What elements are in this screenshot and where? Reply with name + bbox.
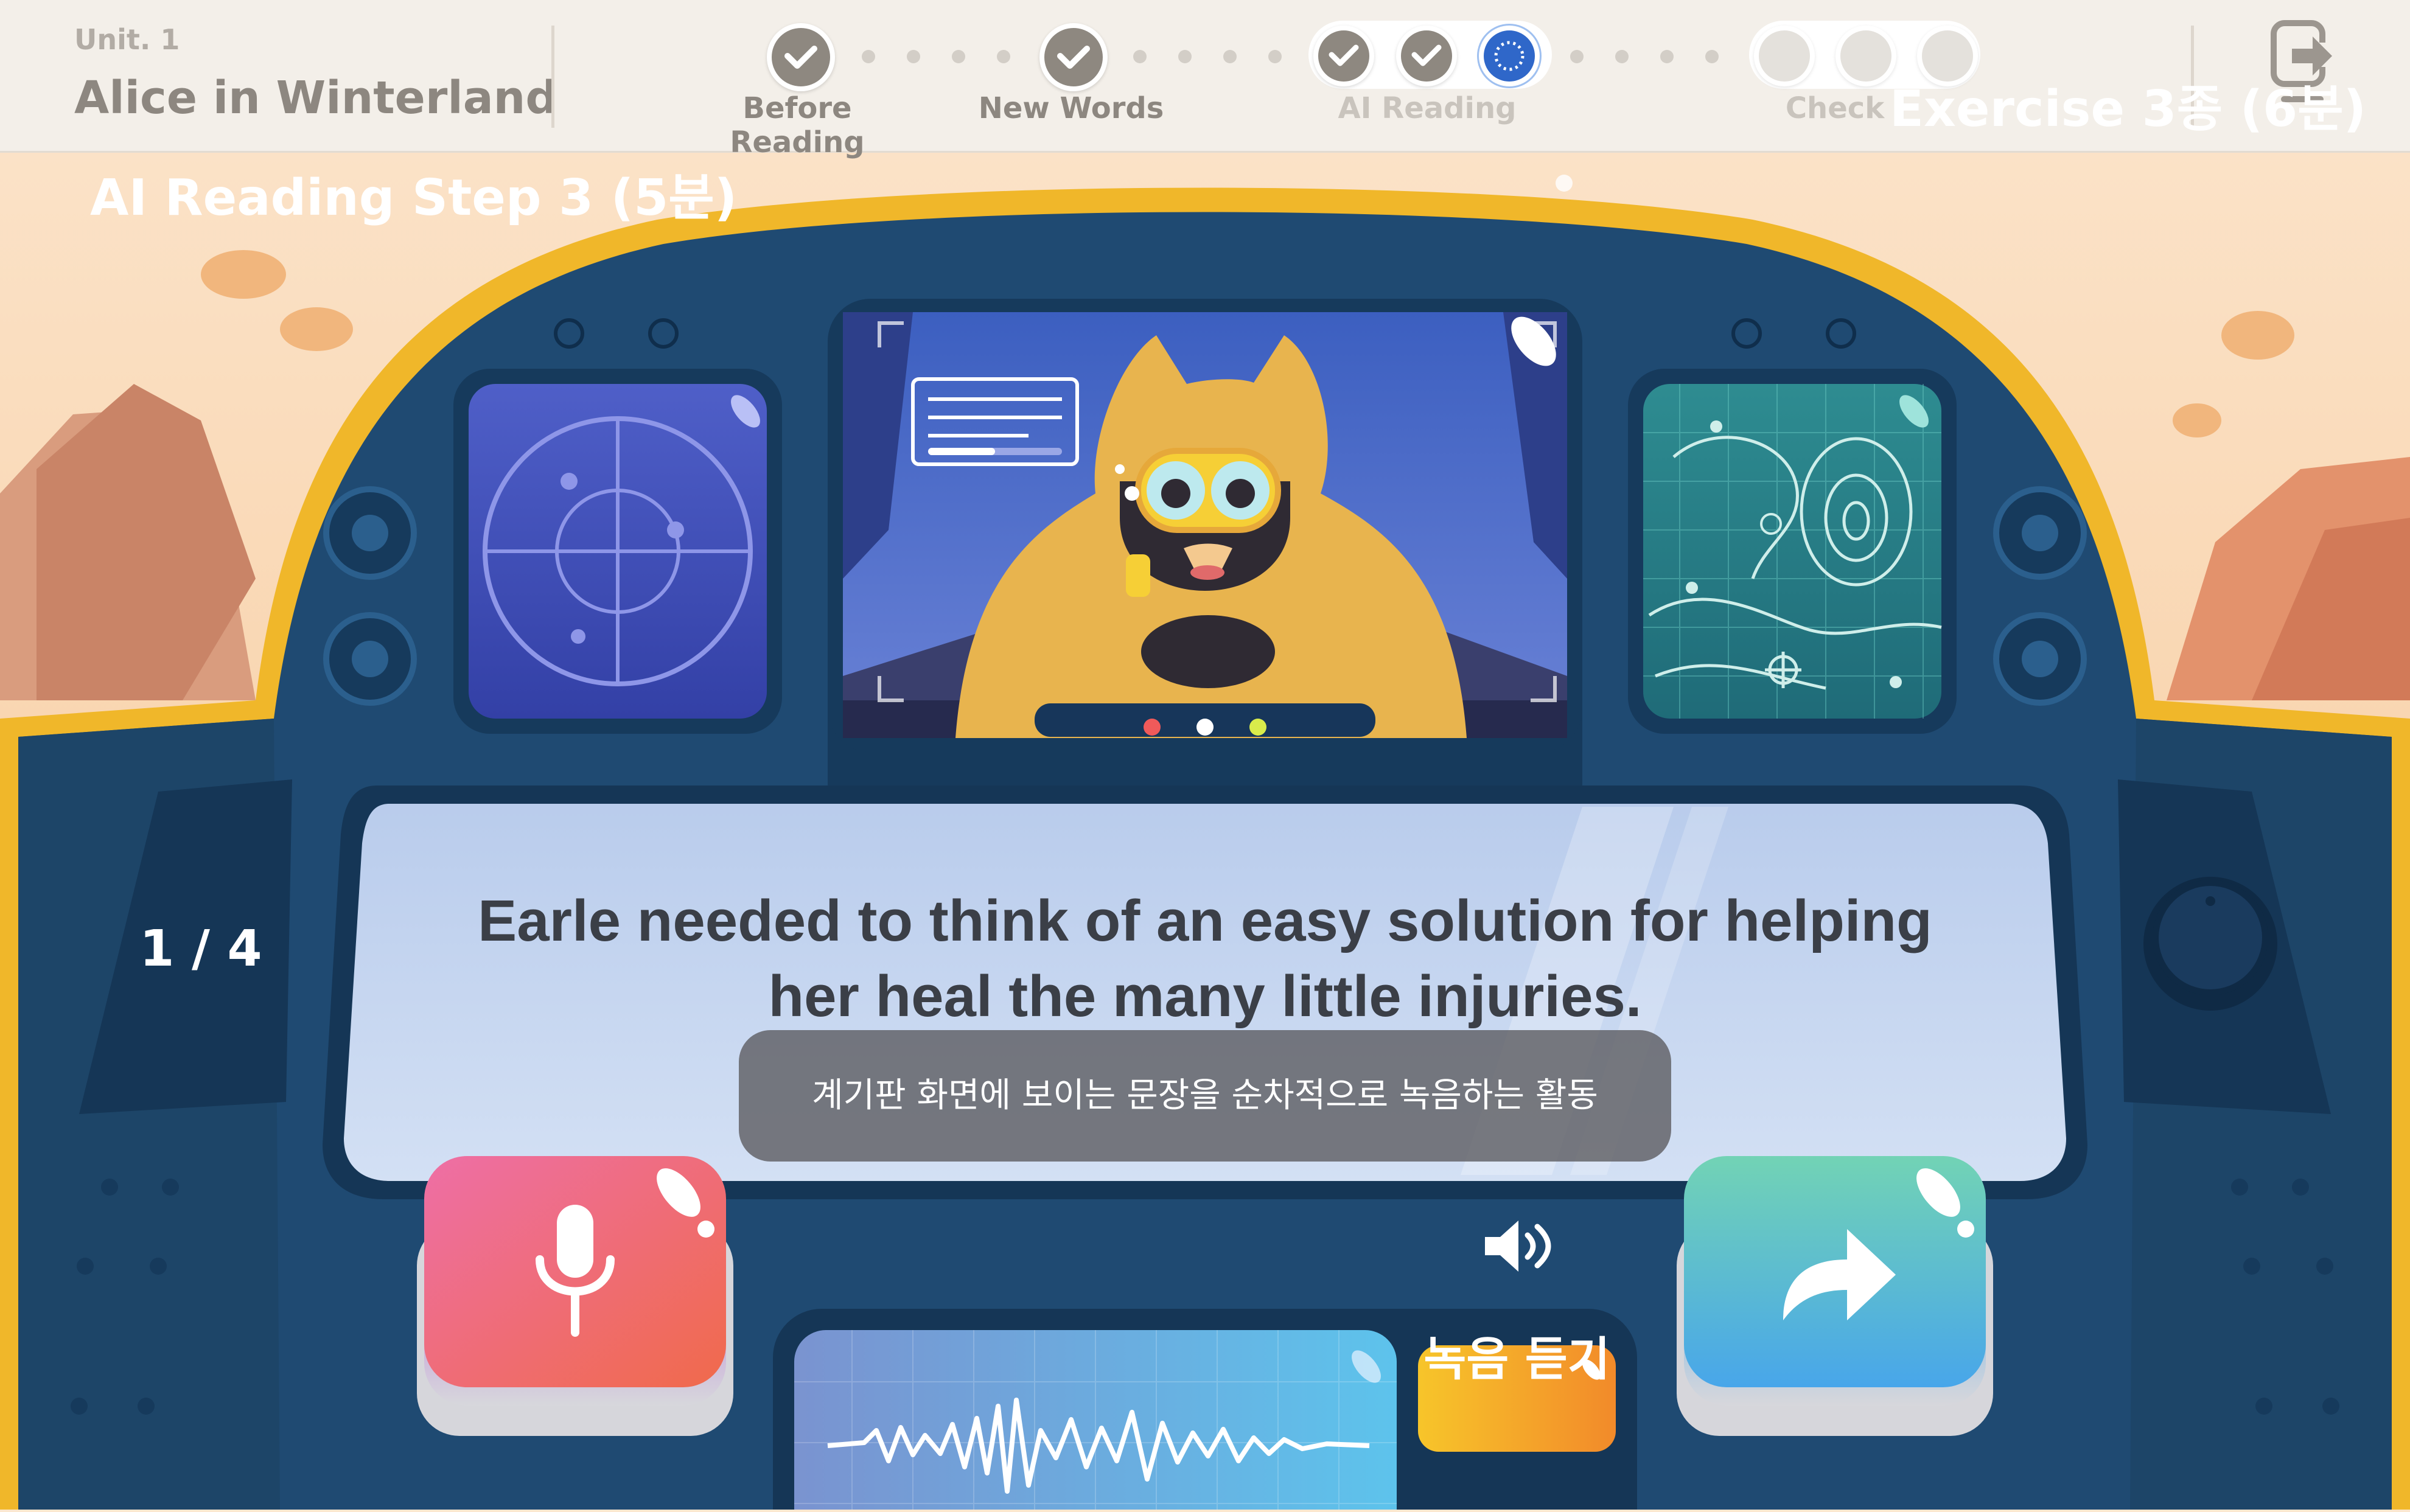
recording-waveform-display [794, 1177, 1397, 1406]
step-before-reading-check-icon[interactable] [767, 23, 835, 91]
listen-recording-button[interactable] [1418, 1193, 1616, 1299]
reading-sentence-line-2: her heal the many little injuries. [768, 964, 1642, 1029]
speaker-icon [1479, 1216, 1558, 1277]
ai-reading-step3-current-icon[interactable] [1479, 26, 1540, 86]
ai-reading-step2-check-icon[interactable] [1396, 26, 1457, 86]
header-divider [551, 26, 554, 128]
step-overlay-title: AI Reading Step 3 (5분) [90, 169, 738, 227]
step-label-new-words[interactable]: New Words [949, 91, 1193, 125]
step-new-words-check-icon[interactable] [1039, 23, 1108, 91]
record-button[interactable] [417, 1156, 733, 1436]
step-label-before-reading[interactable]: Before Reading [676, 91, 919, 159]
step-label-check[interactable]: Check [1783, 91, 1887, 125]
next-button[interactable] [1677, 1156, 1993, 1436]
listen-recording-label[interactable]: 녹음 듣기 [1400, 1322, 1634, 1388]
unit-title: Alice in Winterland [74, 72, 558, 124]
reading-sentence-line-1: Earle needed to think of an easy solutio… [478, 888, 1932, 953]
microphone-icon [533, 1205, 618, 1339]
activity-tooltip: 계기판 화면에 보이는 문장을 순차적으로 녹음하는 활동 [739, 1030, 1671, 1162]
sentence-counter: 1 / 4 [139, 920, 262, 978]
check-step1-icon[interactable] [1754, 26, 1815, 86]
unit-label: Unit. 1 [74, 23, 180, 56]
exercise-overlay-title: Exercise 3종 (6분) [1890, 80, 2367, 138]
ai-reading-step1-check-icon[interactable] [1313, 26, 1374, 86]
step-label-ai-reading[interactable]: AI Reading [1305, 91, 1549, 125]
check-step2-icon[interactable] [1835, 26, 1896, 86]
forward-arrow-icon [1777, 1217, 1899, 1326]
